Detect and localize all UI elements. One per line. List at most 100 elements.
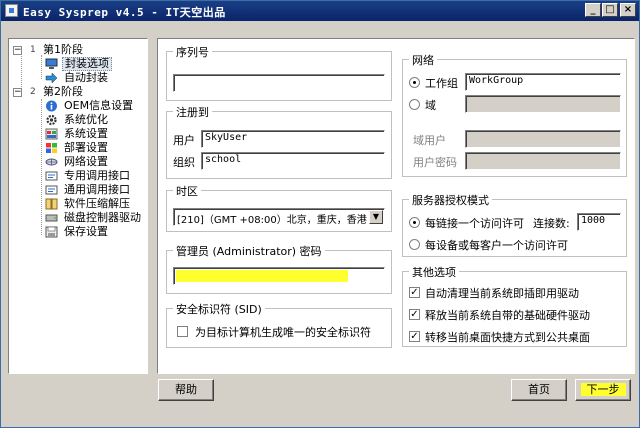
tree-item-auto-package[interactable]: 自动封装 <box>45 71 145 85</box>
close-button[interactable]: × <box>620 3 636 17</box>
admin-password-group: 管理员 (Administrator) 密码 <box>166 243 392 294</box>
api-icon <box>45 171 58 181</box>
tree-stage-1-label: 第1阶段 <box>43 43 83 56</box>
option-label: 转移当前桌面快捷方式到公共桌面 <box>425 331 590 344</box>
domain-radio[interactable] <box>409 99 420 110</box>
collapse-icon[interactable]: − <box>13 88 22 97</box>
per-seat-label: 每设备或每客户一个访问许可 <box>425 239 568 252</box>
workgroup-input[interactable]: WorkGroup <box>465 73 621 91</box>
domain-user-label: 域用户 <box>413 134 446 147</box>
tree-item-system-settings[interactable]: 系统设置 <box>45 127 145 141</box>
sid-group-label: 安全标识符 (SID) <box>173 301 265 317</box>
serial-input[interactable] <box>173 74 385 92</box>
domain-password-input[interactable] <box>465 152 621 170</box>
org-label: 组织 <box>173 156 195 169</box>
connections-label: 连接数: <box>533 217 570 230</box>
tree-item-archive[interactable]: 软件压缩解压 <box>45 197 145 211</box>
tree-item-private-api[interactable]: 专用调用接口 <box>45 169 145 183</box>
nav-tree[interactable]: − 1 第1阶段 封装选项 自动封装 − 2 第2阶段 OEM信息设置 系统优化… <box>8 38 148 374</box>
option-checkbox[interactable]: ✓ <box>409 309 420 320</box>
tree-item-label: OEM信息设置 <box>64 99 134 112</box>
org-input[interactable]: school <box>201 152 385 170</box>
user-input[interactable]: SkyUser <box>201 130 385 148</box>
tree-stage-1[interactable]: − 1 第1阶段 <box>13 43 143 57</box>
next-button[interactable]: 下一步 <box>575 379 631 401</box>
tree-stage-2-number: 2 <box>30 87 36 97</box>
collapse-icon[interactable]: − <box>13 46 22 55</box>
timezone-group: 时区 [210]（GMT +08:00）北京，重庆，香港特 ▼ <box>166 183 392 232</box>
app-window: Easy Sysprep v4.5 - IT天空出品 _ □ × − 1 第1阶… <box>0 0 640 428</box>
sid-group: 安全标识符 (SID) 为目标计算机生成唯一的安全标识符 <box>166 301 392 348</box>
tree-item-label: 网络设置 <box>64 155 108 168</box>
next-button-label: 下一步 <box>580 383 626 396</box>
tree-stage-1-number: 1 <box>30 45 36 55</box>
option-label: 自动清理当前系统即插即用驱动 <box>425 287 579 300</box>
tree-item-label: 部署设置 <box>64 141 108 154</box>
serial-group: 序列号 <box>166 44 392 101</box>
admin-password-group-label: 管理员 (Administrator) 密码 <box>173 243 325 259</box>
minimize-button[interactable]: _ <box>585 3 601 17</box>
network-group-label: 网络 <box>409 52 437 68</box>
workgroup-label: 工作组 <box>425 77 458 90</box>
per-server-label: 每链接一个访问许可 <box>425 217 524 230</box>
timezone-select[interactable]: [210]（GMT +08:00）北京，重庆，香港特 ▼ <box>173 208 385 226</box>
disk-icon <box>45 214 58 222</box>
sid-checkbox-label: 为目标计算机生成唯一的安全标识符 <box>195 326 371 339</box>
tree-item-deploy[interactable]: 部署设置 <box>45 141 145 155</box>
home-button[interactable]: 首页 <box>511 379 567 401</box>
tree-item-save[interactable]: 保存设置 <box>45 225 145 239</box>
other-options-group: 其他选项 ✓ 自动清理当前系统即插即用驱动 ✓ 释放当前系统自带的基础硬件驱动 … <box>402 264 627 347</box>
per-server-radio[interactable] <box>409 217 420 228</box>
network-group: 网络 工作组 WorkGroup 域 域用户 用户密码 <box>402 52 627 177</box>
sid-checkbox[interactable] <box>177 326 188 337</box>
workgroup-radio[interactable] <box>409 77 420 88</box>
tree-stage-2-label: 第2阶段 <box>43 85 83 98</box>
tree-item-network[interactable]: 网络设置 <box>45 155 145 169</box>
tree-item-disk-driver[interactable]: 磁盘控制器驱动 <box>45 211 145 225</box>
per-seat-radio[interactable] <box>409 239 420 250</box>
other-options-group-label: 其他选项 <box>409 264 459 280</box>
tree-item-label: 保存设置 <box>64 225 108 238</box>
app-icon <box>5 4 18 17</box>
domain-input[interactable] <box>465 95 621 113</box>
domain-user-input[interactable] <box>465 130 621 148</box>
domain-password-label: 用户密码 <box>413 156 457 169</box>
tree-item-label: 软件压缩解压 <box>64 197 130 210</box>
tree-item-label: 系统优化 <box>64 113 108 126</box>
tree-stage-2[interactable]: − 2 第2阶段 <box>13 85 143 99</box>
timezone-group-label: 时区 <box>173 183 201 199</box>
tree-item-optimize[interactable]: 系统优化 <box>45 113 145 127</box>
options-panel: 序列号 注册到 用户 SkyUser 组织 school 时区 [210]（GM… <box>157 38 635 374</box>
highlight-mark <box>176 270 348 282</box>
tree-item-package-options[interactable]: 封装选项 <box>45 57 145 71</box>
archive-icon <box>45 198 58 210</box>
help-button[interactable]: 帮助 <box>158 379 214 401</box>
save-icon <box>45 226 58 238</box>
api-icon <box>45 185 58 195</box>
arrow-right-icon <box>45 72 58 84</box>
gear-icon <box>46 114 57 126</box>
network-icon <box>45 158 58 166</box>
domain-label: 域 <box>425 99 436 112</box>
deploy-icon <box>46 143 57 153</box>
window-title: Easy Sysprep v4.5 - IT天空出品 <box>23 6 226 19</box>
serial-group-label: 序列号 <box>173 44 212 60</box>
maximize-button[interactable]: □ <box>602 3 618 17</box>
option-checkbox[interactable]: ✓ <box>409 287 420 298</box>
connections-input[interactable]: 1000 <box>577 213 621 231</box>
title-bar[interactable]: Easy Sysprep v4.5 - IT天空出品 _ □ × <box>1 1 639 21</box>
license-group-label: 服务器授权模式 <box>409 192 492 208</box>
option-checkbox[interactable]: ✓ <box>409 331 420 342</box>
user-label: 用户 <box>173 134 195 147</box>
tree-item-label: 封装选项 <box>62 57 112 71</box>
tree-item-general-api[interactable]: 通用调用接口 <box>45 183 145 197</box>
registered-group-label: 注册到 <box>173 104 212 120</box>
option-label: 释放当前系统自带的基础硬件驱动 <box>425 309 590 322</box>
monitor-icon <box>45 58 58 69</box>
admin-password-input[interactable] <box>173 267 385 285</box>
tree-item-oem[interactable]: OEM信息设置 <box>45 99 145 113</box>
chevron-down-icon[interactable]: ▼ <box>369 210 383 224</box>
tree-item-label: 自动封装 <box>64 71 108 84</box>
tree-item-label: 专用调用接口 <box>64 169 130 182</box>
registered-group: 注册到 用户 SkyUser 组织 school <box>166 104 392 179</box>
